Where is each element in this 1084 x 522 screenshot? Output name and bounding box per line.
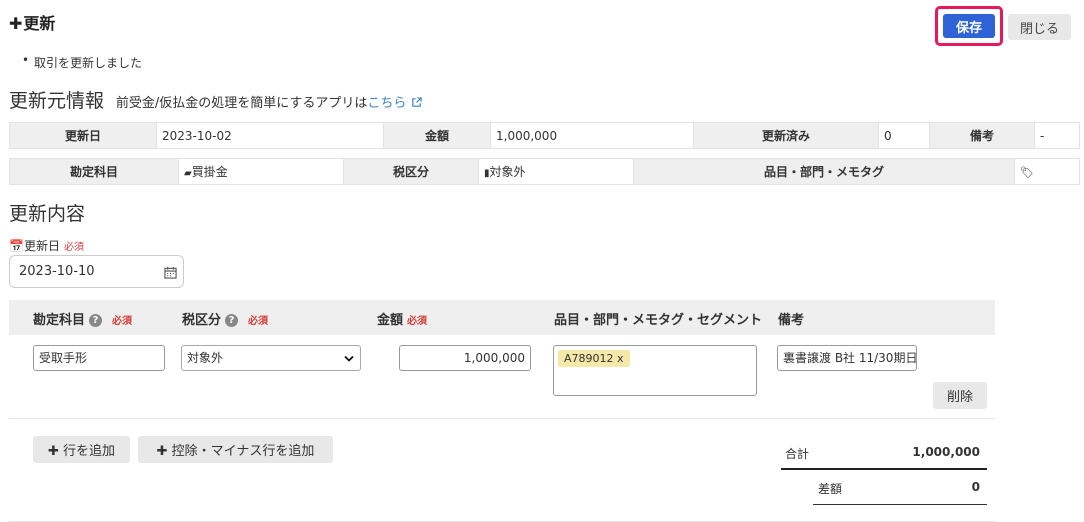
account-input[interactable]: 受取手形 <box>33 345 165 371</box>
col-amount: 金額 必須 <box>377 313 428 328</box>
tax-value-cell: ▮対象外 <box>478 158 634 185</box>
amount-value: 1,000,000 <box>490 122 694 149</box>
remarks-value: - <box>1034 122 1080 149</box>
total-divider <box>781 468 987 470</box>
source-section-subtitle: 前受金/仮払金の処理を簡単にするアプリは <box>115 96 368 111</box>
diff-divider <box>813 504 987 505</box>
total-label: 合計 <box>785 447 810 461</box>
entry-grid-header: 勘定科目? 必須 税区分? 必須 金額 必須 品目・部門・メモタグ・セグメント 備考 <box>9 300 995 335</box>
page-title: ✚更新 <box>9 14 56 33</box>
plus-icon: ✚ <box>156 444 168 459</box>
content-section-title: 更新内容 <box>9 203 86 225</box>
row-divider <box>9 418 995 419</box>
diff-value: 0 <box>971 480 980 494</box>
source-section-title: 更新元情報 <box>9 90 105 112</box>
flash-message: 取引を更新しました <box>22 53 142 71</box>
col-remarks: 備考 <box>778 313 805 328</box>
account-value-cell: ▰買掛金 <box>178 158 344 185</box>
col-items: 品目・部門・メモタグ・セグメント <box>554 313 763 328</box>
tax-label: 税区分 <box>343 158 479 185</box>
source-section-header: 更新元情報 前受金/仮払金の処理を簡単にするアプリはこちら <box>9 86 422 113</box>
total-value: 1,000,000 <box>912 445 980 459</box>
external-link-icon <box>411 97 422 107</box>
date-field-label: 📅更新日 必須 <box>9 239 84 253</box>
book-icon: ▰ <box>184 168 192 179</box>
col-tax: 税区分? 必須 <box>182 313 269 328</box>
remarks-label: 備考 <box>929 122 1035 149</box>
amount-label: 金額 <box>383 122 491 149</box>
required-badge: 必須 <box>63 242 84 253</box>
help-icon[interactable]: ? <box>89 314 103 327</box>
diff-label: 差額 <box>818 482 843 496</box>
update-date-label: 更新日 <box>9 122 157 149</box>
close-button[interactable]: 閉じる <box>1008 14 1071 40</box>
col-account: 勘定科目? 必須 <box>33 313 133 328</box>
save-button[interactable]: 保存 <box>943 14 995 38</box>
calendar-picker-icon[interactable] <box>164 266 177 279</box>
chevron-down-icon <box>344 355 354 362</box>
remarks-input[interactable]: 裏書譲渡 B社 11/30期日 <box>777 345 917 371</box>
app-link[interactable]: こちら <box>367 96 422 111</box>
help-icon[interactable]: ? <box>225 314 239 327</box>
calendar-icon: 📅 <box>9 239 24 253</box>
plus-icon: ✚ <box>9 14 23 33</box>
items-label: 品目・部門・メモタグ <box>633 158 1015 185</box>
tags-icon: 🏷 <box>1020 165 1034 179</box>
source-info-row2: 勘定科目 ▰買掛金 税区分 ▮対象外 品目・部門・メモタグ 🏷 <box>9 158 1080 185</box>
add-row-button[interactable]: ✚ 行を追加 <box>33 436 130 463</box>
account-label: 勘定科目 <box>9 158 179 185</box>
tax-select[interactable]: 対象外 <box>181 345 361 371</box>
amount-input[interactable]: 1,000,000 <box>399 345 531 371</box>
delete-row-button[interactable]: 削除 <box>933 382 987 409</box>
items-tag-input[interactable]: A789012 x <box>553 345 757 396</box>
add-minus-row-button[interactable]: ✚ 控除・マイナス行を追加 <box>138 436 333 463</box>
plus-icon: ✚ <box>47 444 59 459</box>
updated-label: 更新済み <box>693 122 879 149</box>
tag-chip[interactable]: A789012 x <box>558 350 630 367</box>
items-value-cell: 🏷 <box>1014 158 1080 185</box>
updated-value: 0 <box>878 122 930 149</box>
update-date-value: 2023-10-02 <box>156 122 384 149</box>
source-info-row1: 更新日 2023-10-02 金額 1,000,000 更新済み 0 備考 - <box>9 122 1080 149</box>
update-date-input[interactable]: 2023-10-10 <box>9 255 184 288</box>
save-button-highlight: 保存 <box>935 6 1003 46</box>
